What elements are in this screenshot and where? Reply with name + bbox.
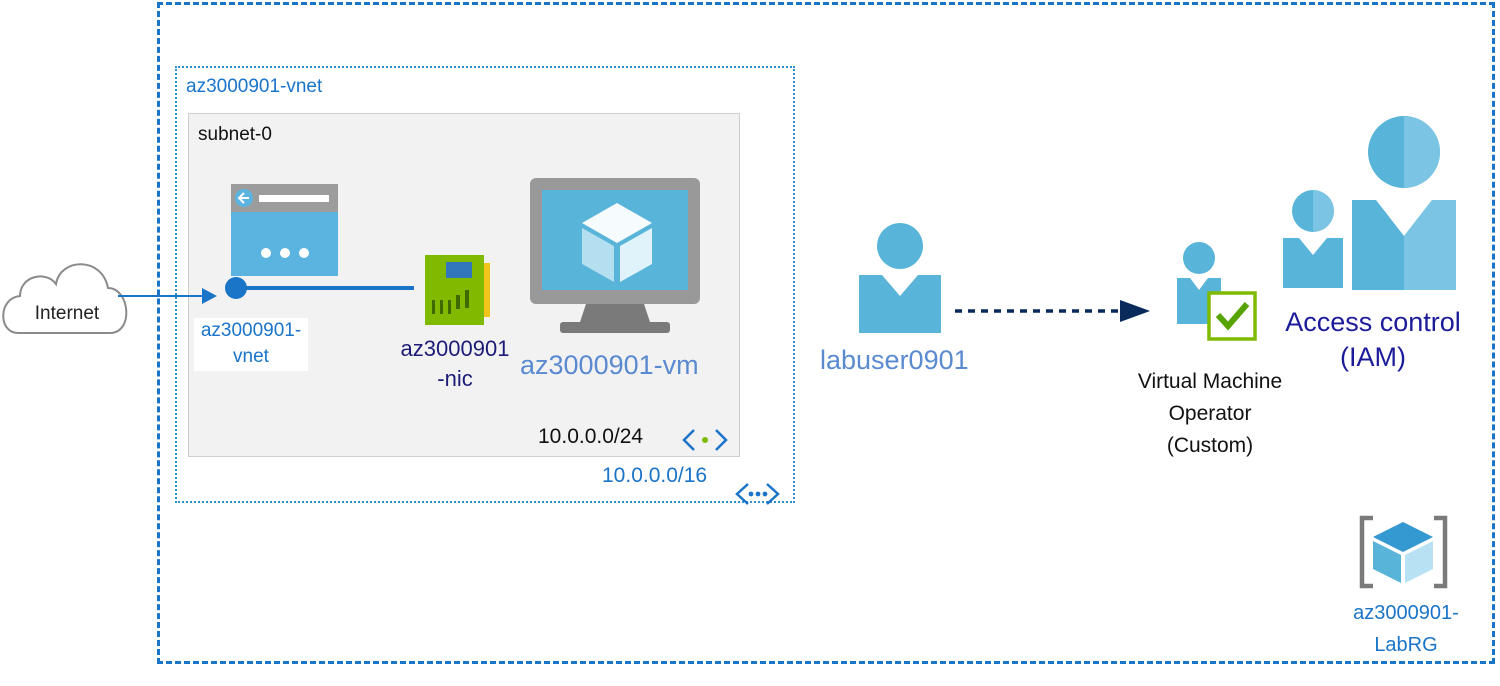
subnet-icon — [682, 429, 728, 451]
virtual-machine-icon — [530, 178, 700, 333]
resource-group-label: az3000901- LabRG — [1353, 602, 1459, 656]
ip-nic-connector — [225, 277, 414, 299]
public-ip-icon — [231, 184, 338, 276]
user-label: labuser0901 — [820, 345, 969, 375]
internet-label: Internet — [34, 303, 100, 324]
nic-label: az3000901 -nic — [400, 336, 510, 391]
vnet-name: az3000901-vnet — [186, 76, 323, 97]
role-assignment-icon — [1177, 242, 1257, 341]
vnet-icon — [735, 483, 780, 505]
internet-arrow — [118, 288, 217, 304]
resource-group-icon — [1359, 515, 1448, 589]
access-control-icon — [1283, 116, 1456, 290]
vm-label: az3000901-vm — [520, 350, 699, 380]
user-icon — [859, 223, 941, 333]
network-card-icon — [425, 255, 490, 325]
role-label: Virtual Machine Operator (Custom) — [1137, 370, 1283, 457]
subnet-name: subnet-0 — [198, 124, 272, 145]
vnet-cidr: 10.0.0.0/16 — [602, 464, 708, 487]
subnet-cidr: 10.0.0.0/24 — [538, 425, 644, 448]
iam-label: Access control (IAM) — [1285, 307, 1461, 372]
assignment-arrow — [955, 300, 1150, 322]
public-ip-label: az3000901- vnet — [194, 318, 308, 371]
